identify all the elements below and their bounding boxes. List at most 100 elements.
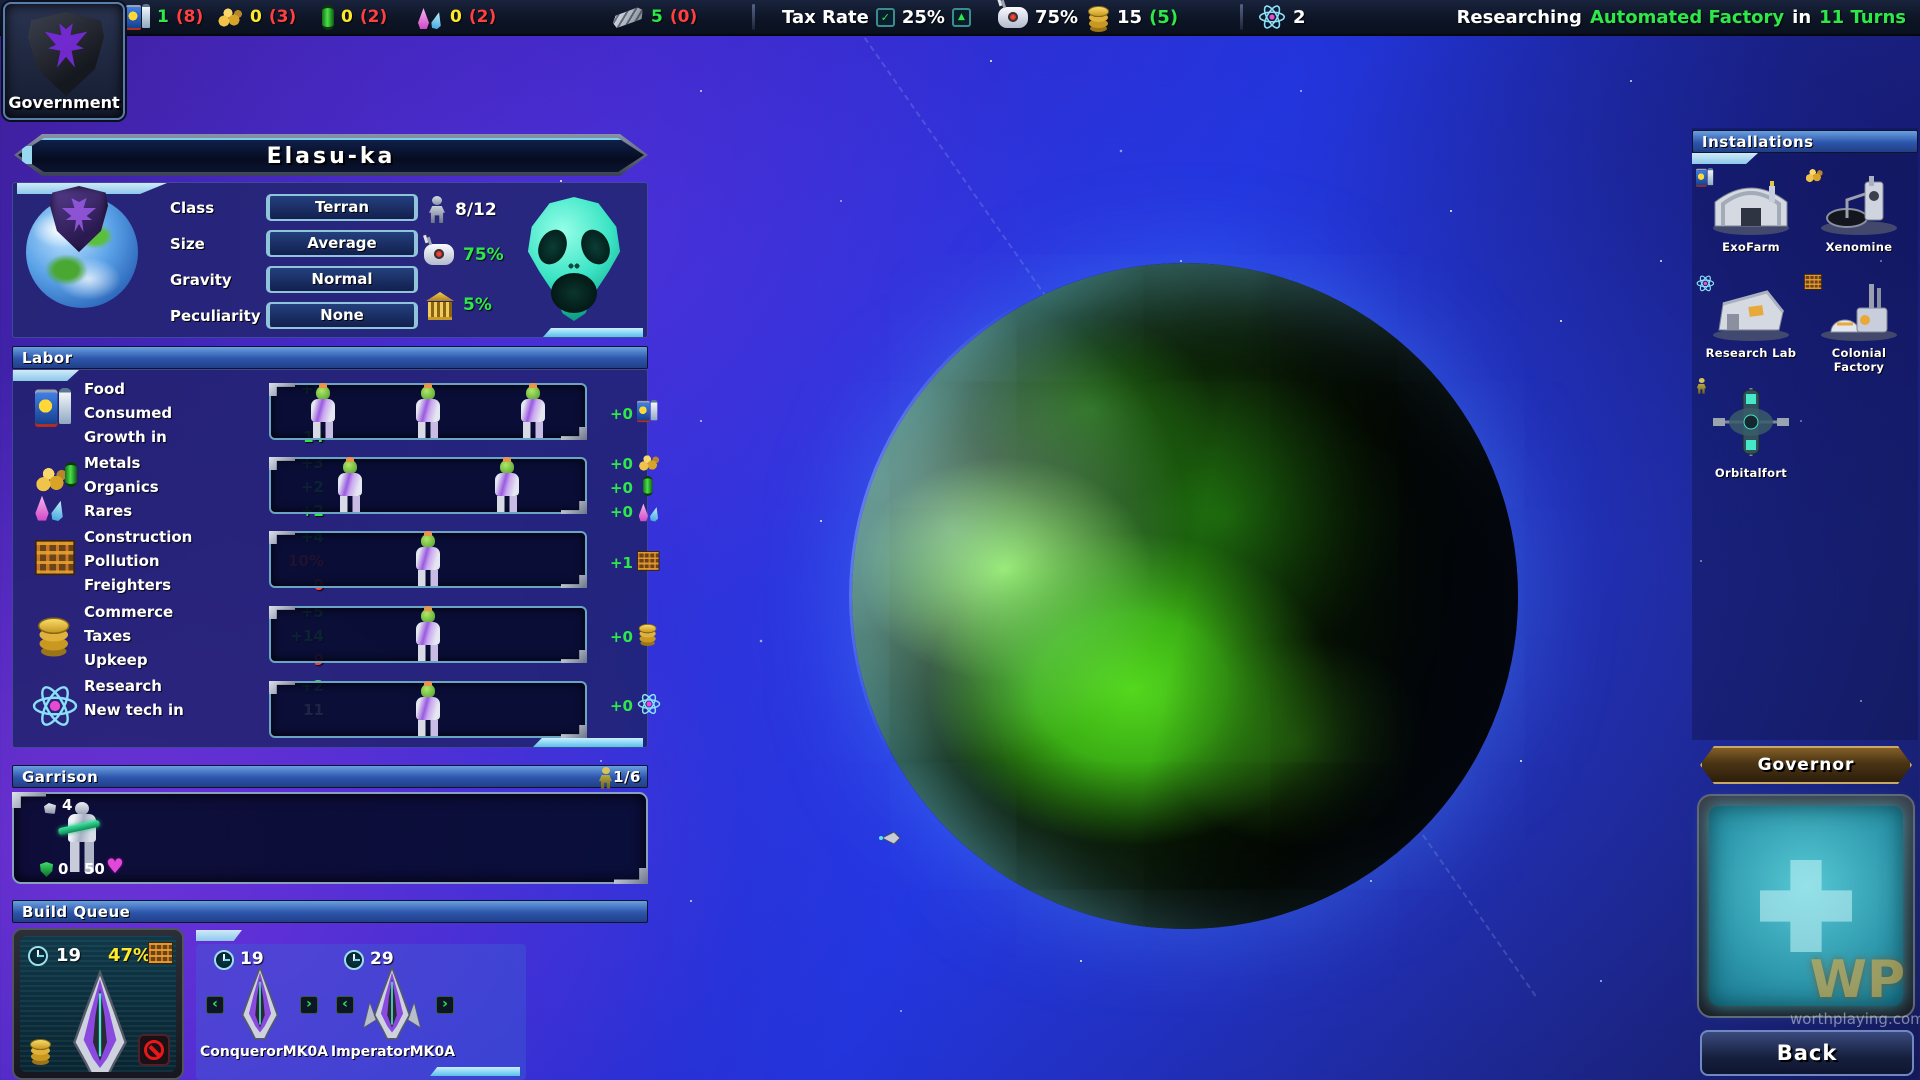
unit-health: 50 xyxy=(84,860,105,878)
governor-portrait-slot[interactable] xyxy=(1697,794,1915,1018)
rares-bonus: +0 xyxy=(599,503,633,521)
worker-figure[interactable] xyxy=(411,386,445,438)
panel-strip xyxy=(533,738,643,747)
rares-icon xyxy=(416,5,443,29)
tax-rate-label: Tax Rate xyxy=(782,7,869,28)
metals-icon xyxy=(216,7,243,27)
garrison-slot-panel[interactable]: 4 0 50 ♥ xyxy=(12,792,648,884)
organics-resource: 0 (2) xyxy=(322,0,387,34)
installation-colonial-factory[interactable]: Colonial Factory xyxy=(1806,278,1912,374)
shield-stat-icon xyxy=(40,862,53,881)
build-queue-panel: 19 ‹ › ConquerorMK0A 29 ‹ › ImperatorMK0… xyxy=(196,944,526,1080)
research-worker-slots[interactable] xyxy=(269,681,587,738)
atom-icon xyxy=(31,682,79,734)
industry-worker-slots[interactable] xyxy=(269,457,587,514)
top-resource-bar: 1 (8) 0 (3) 0 (2) 0 (2) 5 (0) Tax Rate ✓… xyxy=(0,0,1920,36)
tax-decrease-button[interactable]: ✓ xyxy=(876,8,895,27)
metals-resource: 0 (3) xyxy=(216,0,296,34)
garrison-header: Garrison 1/6 xyxy=(12,765,648,788)
queue-move-left-button[interactable]: ‹ xyxy=(336,996,354,1014)
droid-icon xyxy=(424,244,454,265)
queue-move-left-button[interactable]: ‹ xyxy=(206,996,224,1014)
title-notch xyxy=(22,146,32,164)
queue-item-name[interactable]: ImperatorMK0A xyxy=(330,1044,456,1060)
current-build-item[interactable]: 19 47% xyxy=(12,928,184,1080)
class-value-button[interactable]: Terran xyxy=(266,194,418,221)
food-worker-slots[interactable] xyxy=(269,383,587,440)
building-image xyxy=(1817,278,1901,342)
queue-move-right-button[interactable]: › xyxy=(300,996,318,1014)
building-image xyxy=(1709,382,1793,462)
food-icon xyxy=(1696,168,1713,190)
heart-icon: ♥ xyxy=(106,854,124,878)
attr-peculiarity: Peculiarity None xyxy=(170,302,418,329)
food-icon xyxy=(637,400,661,430)
automation-stat: 75% xyxy=(424,244,504,265)
economy-stat: 5% xyxy=(426,292,492,317)
worker-figure[interactable] xyxy=(490,460,524,512)
planet-view xyxy=(852,263,1518,929)
unit-shield: 0 xyxy=(58,860,68,878)
rares-icon xyxy=(637,501,664,529)
organics-icon xyxy=(65,462,77,491)
worker-figure[interactable] xyxy=(333,460,367,512)
government-emblem-icon xyxy=(28,12,104,96)
organics-icon xyxy=(322,5,334,30)
worker-figure[interactable] xyxy=(411,684,445,736)
research-bonus: +0 xyxy=(599,697,633,715)
queue-item-name[interactable]: ConquerorMK0A xyxy=(200,1044,326,1060)
construction-icon xyxy=(35,540,60,566)
commerce-worker-slots[interactable] xyxy=(269,606,587,663)
soldier-icon xyxy=(1696,378,1707,397)
planet-title-bar: Elasu-ka xyxy=(14,134,648,176)
atom-icon xyxy=(637,692,661,720)
tax-rate-group: Tax Rate ✓ 25% ▲ xyxy=(782,0,971,34)
construction-icon xyxy=(1804,274,1822,293)
peculiarity-value-button[interactable]: None xyxy=(266,302,418,329)
alien-portrait xyxy=(527,197,621,321)
cancel-build-button[interactable] xyxy=(138,1034,170,1066)
construction-worker-slots[interactable] xyxy=(269,531,587,588)
atom-icon xyxy=(1696,274,1715,296)
planet-name: Elasu-ka xyxy=(18,138,644,172)
government-label: Government xyxy=(5,93,123,112)
worker-figure[interactable] xyxy=(516,386,550,438)
government-button[interactable]: Government xyxy=(3,2,125,120)
rares-resource: 0 (2) xyxy=(416,0,496,34)
queue-move-right-button[interactable]: › xyxy=(436,996,454,1014)
coins-icon xyxy=(35,616,59,644)
build-turns: 19 xyxy=(56,945,81,966)
gravity-value-button[interactable]: Normal xyxy=(266,266,418,293)
installation-exofarm[interactable]: ExoFarm xyxy=(1698,172,1804,254)
commerce-bonus: +0 xyxy=(599,628,633,646)
back-button[interactable]: Back xyxy=(1700,1030,1914,1076)
worker-figure[interactable] xyxy=(411,534,445,586)
build-progress: 47% xyxy=(108,945,151,966)
coins-icon xyxy=(28,1038,52,1066)
panel-strip xyxy=(430,1067,520,1076)
installation-orbitalfort[interactable]: Orbitalfort xyxy=(1698,382,1804,480)
attack-icon xyxy=(44,799,56,818)
divider xyxy=(1240,4,1243,30)
build-queue-header: Build Queue xyxy=(12,900,648,923)
ship-sprite xyxy=(232,966,288,1042)
add-governor-icon xyxy=(1760,860,1852,952)
freighters-resource: 5 (0) xyxy=(612,0,697,34)
installation-research-lab[interactable]: Research Lab xyxy=(1698,278,1804,360)
coins-icon xyxy=(637,623,661,651)
construction-bonus: +1 xyxy=(599,554,633,572)
tax-rate-value: 25% xyxy=(902,7,945,28)
metals-icon xyxy=(637,454,664,478)
food-resource: 1 (8) xyxy=(126,0,203,34)
money-indicator: 15 (5) xyxy=(1086,0,1178,34)
tax-increase-button[interactable]: ▲ xyxy=(952,8,971,27)
garrison-capacity: 1/6 xyxy=(613,766,641,789)
worker-figure[interactable] xyxy=(411,609,445,661)
worker-figure[interactable] xyxy=(306,386,340,438)
rares-icon xyxy=(33,492,60,520)
governor-button[interactable]: Governor xyxy=(1700,746,1912,784)
size-value-button[interactable]: Average xyxy=(266,230,418,257)
ship-sprite xyxy=(360,966,424,1042)
automation-indicator: 75% xyxy=(998,0,1078,34)
installation-xenomine[interactable]: Xenomine xyxy=(1806,172,1912,254)
